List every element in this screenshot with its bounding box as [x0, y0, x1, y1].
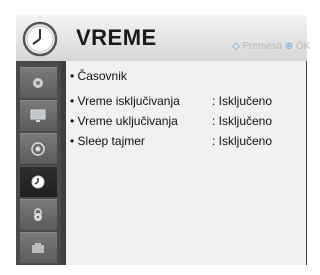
menu-item-value: : Isključeno — [212, 114, 273, 128]
speaker-icon — [31, 142, 45, 156]
menu-content: • Časovnik • Vreme isključivanja : Isklj… — [66, 61, 306, 265]
hint-move-label: Premesti — [242, 41, 282, 52]
screen: VREME ◇ Premesti ⊛ OK • Časovnik • Vreme… — [0, 0, 320, 275]
monitor-icon — [30, 109, 46, 122]
sidebar-item-display[interactable] — [20, 100, 57, 131]
menu-item-value: : Isključeno — [212, 134, 273, 148]
sidebar-item-options[interactable] — [20, 232, 57, 263]
options-icon — [32, 243, 44, 253]
lock-icon — [34, 208, 42, 221]
sidebar-item-audio[interactable] — [20, 133, 57, 164]
ok-icon: ⊛ — [284, 41, 294, 52]
sidebar-item-lock[interactable] — [20, 199, 57, 230]
clock-icon — [22, 21, 58, 57]
menu-item-label: • Vreme uključivanja — [70, 114, 178, 128]
menu-item-value: : Isključeno — [212, 94, 273, 108]
menu-header: VREME ◇ Premesti ⊛ OK — [16, 15, 310, 61]
menu-item-label: • Vreme isključivanja — [70, 94, 180, 108]
navigation-hint: ◇ Premesti ⊛ OK — [232, 41, 310, 52]
sidebar-item-picture[interactable] — [20, 67, 57, 98]
picture-icon — [33, 78, 43, 88]
menu-item-label: • Sleep tajmer — [70, 134, 145, 148]
arrows-icon: ◇ — [232, 41, 240, 52]
hint-ok-label: OK — [295, 41, 311, 52]
page-title: VREME — [76, 25, 157, 50]
menu-item-label: • Časovnik — [70, 69, 127, 83]
category-sidebar — [16, 61, 61, 265]
clock-icon — [31, 175, 45, 189]
sidebar-item-time[interactable] — [20, 166, 57, 197]
